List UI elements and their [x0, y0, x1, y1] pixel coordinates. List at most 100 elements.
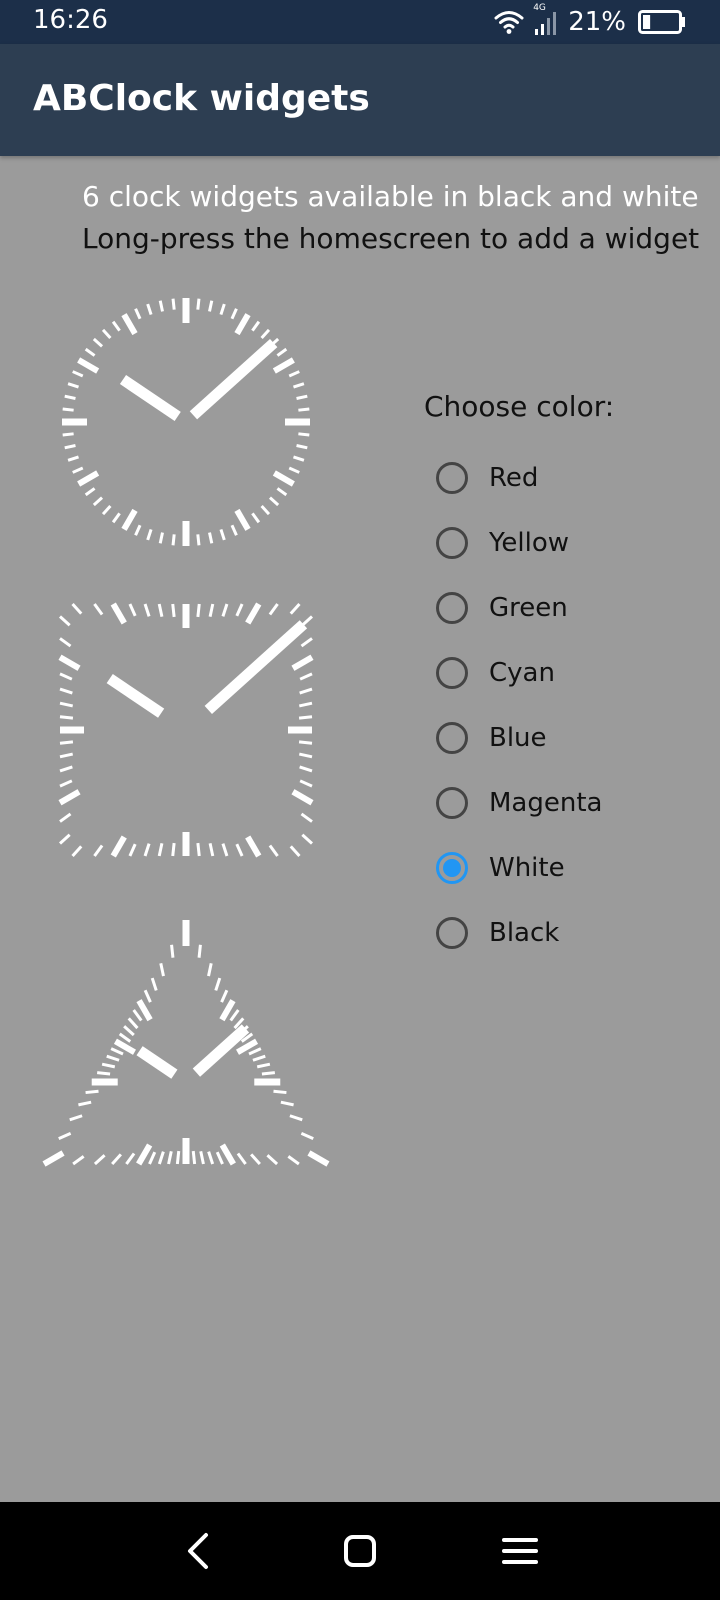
widget-count-text: 6 clock widgets available in black and w… [82, 180, 699, 213]
hour-hand [136, 1046, 178, 1079]
color-radio-group: Red Yellow Green Cyan Blue Magenta White Black [424, 445, 614, 965]
tick [59, 701, 74, 708]
tick [293, 382, 305, 389]
tick [62, 407, 74, 412]
square-clock-widget[interactable] [58, 602, 314, 858]
back-icon[interactable] [178, 1529, 222, 1573]
tick [42, 1150, 65, 1167]
tick [127, 1017, 139, 1030]
tick [93, 603, 104, 616]
color-option-green[interactable]: Green [424, 575, 614, 640]
tick [215, 1151, 224, 1165]
tick [72, 1155, 85, 1166]
tick [93, 844, 104, 857]
tick [296, 444, 308, 450]
color-option-black[interactable]: Black [424, 900, 614, 965]
round-clock-widget[interactable] [58, 294, 314, 550]
menu-icon[interactable] [498, 1529, 542, 1573]
radio-button[interactable] [436, 721, 468, 754]
tick [299, 672, 313, 681]
tick [280, 1100, 294, 1107]
radio-button[interactable] [436, 461, 468, 494]
signal-icon: 4G [532, 3, 560, 37]
color-picker: Choose color: Red Yellow Green Cyan Blue Mage… [424, 390, 614, 965]
radio-label: Green [489, 592, 568, 623]
tick [208, 532, 214, 544]
tick [221, 843, 229, 857]
battery-percentage: 21% [568, 7, 626, 37]
app-bar: ABClock widgets [0, 44, 720, 156]
tick [291, 789, 314, 806]
color-option-magenta[interactable]: Magenta [424, 770, 614, 835]
color-option-white[interactable]: White [424, 835, 614, 900]
hour-hand [119, 374, 181, 421]
tick [159, 963, 165, 977]
radio-label: Magenta [489, 787, 603, 818]
tick [245, 835, 262, 858]
radio-button[interactable] [436, 526, 468, 559]
tick [111, 1153, 122, 1166]
tick [171, 298, 176, 310]
tick [296, 394, 308, 400]
minute-hand [189, 338, 278, 420]
tick [143, 989, 152, 1003]
radio-button[interactable] [436, 656, 468, 689]
radio-button[interactable] [436, 916, 468, 949]
tick [59, 672, 73, 681]
tick [196, 534, 201, 546]
tick [300, 637, 313, 648]
tick [170, 944, 175, 958]
color-option-yellow[interactable]: Yellow [424, 510, 614, 575]
tick [72, 370, 84, 378]
home-icon[interactable] [338, 1529, 382, 1573]
color-option-cyan[interactable]: Cyan [424, 640, 614, 705]
radio-label: Red [489, 462, 539, 493]
tick [196, 842, 201, 857]
tick [208, 603, 215, 618]
tick [85, 1089, 99, 1095]
tick [175, 1150, 181, 1165]
tick [196, 298, 201, 310]
tick [84, 487, 96, 497]
color-option-blue[interactable]: Blue [424, 705, 614, 770]
navigation-bar [0, 1502, 720, 1600]
tick [273, 1089, 287, 1095]
tick [199, 1150, 205, 1165]
tick [121, 508, 138, 531]
tick [62, 432, 74, 437]
tick [235, 603, 244, 617]
tick [207, 963, 213, 977]
tick [220, 989, 229, 1003]
tick [136, 1143, 153, 1166]
radio-button[interactable] [436, 851, 468, 884]
tick [252, 1054, 266, 1062]
tick [207, 1151, 215, 1165]
tick [92, 337, 104, 348]
tick [77, 357, 100, 374]
radio-label: Blue [489, 722, 547, 753]
tick [301, 615, 314, 627]
tick [219, 529, 226, 541]
radio-button[interactable] [436, 591, 468, 624]
radio-button[interactable] [436, 786, 468, 819]
tick [299, 687, 313, 695]
tick [93, 1154, 106, 1166]
tick [298, 752, 313, 759]
tick [276, 347, 288, 357]
tick [110, 835, 127, 858]
tick [221, 603, 229, 617]
tick [67, 382, 79, 389]
tick [208, 300, 214, 312]
minute-hand [204, 620, 308, 715]
tick [234, 313, 251, 336]
tick [268, 496, 280, 507]
tick [146, 529, 153, 541]
tick [111, 320, 121, 332]
tick [96, 1071, 111, 1076]
tick [289, 1114, 303, 1122]
wifi-icon [494, 11, 524, 34]
tick [121, 313, 138, 336]
status-time: 16:26 [33, 5, 108, 35]
triangle-clock-widget[interactable] [40, 916, 332, 1172]
color-option-red[interactable]: Red [424, 445, 614, 510]
